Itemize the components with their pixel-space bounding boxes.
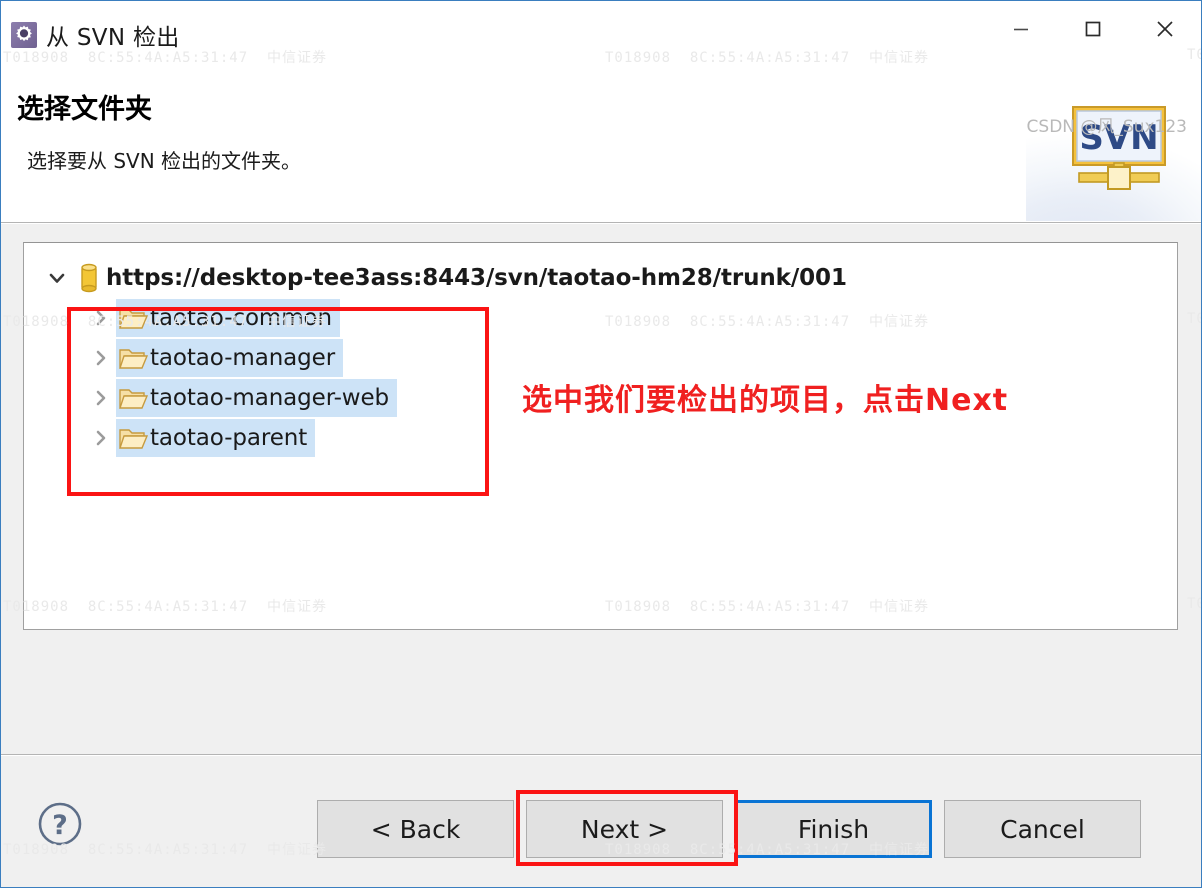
tree-item-label: taotao-parent xyxy=(150,425,308,451)
chevron-right-icon[interactable] xyxy=(86,428,116,448)
page-description: 选择要从 SVN 检出的文件夹。 xyxy=(27,149,302,173)
tree-item-label: taotao-common xyxy=(150,305,332,331)
window-title: 从 SVN 检出 xyxy=(46,25,180,51)
tree-item-taotao-manager[interactable]: taotao-manager xyxy=(24,338,1177,378)
wizard-header: 选择文件夹 选择要从 SVN 检出的文件夹。 SVN xyxy=(1,63,1201,223)
close-button[interactable] xyxy=(1129,1,1201,57)
repository-icon xyxy=(72,263,106,293)
tree-item-label: taotao-manager xyxy=(150,345,336,371)
tree-item-taotao-common[interactable]: taotao-common xyxy=(24,298,1177,338)
screenshot-root: 从 SVN 检出 选择文件夹 选择要从 SVN 检出的文件夹。 SVN http… xyxy=(0,0,1202,888)
tree-item-content[interactable]: taotao-parent xyxy=(116,419,316,457)
page-title: 选择文件夹 xyxy=(17,94,152,125)
title-bar-left: 从 SVN 检出 xyxy=(11,18,180,52)
svn-checkout-dialog: 从 SVN 检出 选择文件夹 选择要从 SVN 检出的文件夹。 SVN http… xyxy=(0,0,1202,888)
help-button[interactable]: ? xyxy=(37,801,83,847)
chevron-right-icon[interactable] xyxy=(86,388,116,408)
folder-icon xyxy=(116,305,150,331)
tree-root-content: https://desktop-tee3ass:8443/svn/taotao-… xyxy=(72,259,855,297)
svg-text:?: ? xyxy=(52,810,68,841)
dialog-content: https://desktop-tee3ass:8443/svn/taotao-… xyxy=(1,224,1201,754)
annotation-label: 选中我们要检出的项目，点击Next xyxy=(522,383,1009,418)
chevron-right-icon[interactable] xyxy=(86,348,116,368)
footer-separator xyxy=(1,754,1201,756)
folder-icon xyxy=(116,425,150,451)
dialog-footer: ? < Back Next > Finish Cancel xyxy=(1,754,1201,887)
folder-icon xyxy=(116,345,150,371)
chevron-right-icon[interactable] xyxy=(86,308,116,328)
credit-watermark: CSDN @风_Sux123 xyxy=(1026,117,1187,137)
tree-root-row[interactable]: https://desktop-tee3ass:8443/svn/taotao-… xyxy=(24,258,1177,298)
header-separator xyxy=(1,222,1201,224)
cancel-button[interactable]: Cancel xyxy=(944,800,1141,858)
tree-item-label: taotao-manager-web xyxy=(150,385,390,411)
minimize-button[interactable] xyxy=(985,1,1057,57)
maximize-button[interactable] xyxy=(1057,1,1129,57)
finish-button[interactable]: Finish xyxy=(735,800,932,858)
next-button[interactable]: Next > xyxy=(526,800,723,858)
window-controls xyxy=(985,1,1201,57)
back-button[interactable]: < Back xyxy=(317,800,514,858)
tree-root-label: https://desktop-tee3ass:8443/svn/taotao-… xyxy=(106,265,847,291)
title-bar: 从 SVN 检出 xyxy=(1,1,1201,63)
wizard-button-row: < Back Next > Finish Cancel xyxy=(317,800,1141,858)
tree-item-content[interactable]: taotao-manager xyxy=(116,339,344,377)
gear-icon xyxy=(11,22,37,48)
tree-item-content[interactable]: taotao-manager-web xyxy=(116,379,398,417)
folder-tree[interactable]: https://desktop-tee3ass:8443/svn/taotao-… xyxy=(23,242,1178,630)
folder-icon xyxy=(116,385,150,411)
chevron-down-icon[interactable] xyxy=(42,267,72,289)
tree-item-taotao-parent[interactable]: taotao-parent xyxy=(24,418,1177,458)
tree-item-content[interactable]: taotao-common xyxy=(116,299,340,337)
